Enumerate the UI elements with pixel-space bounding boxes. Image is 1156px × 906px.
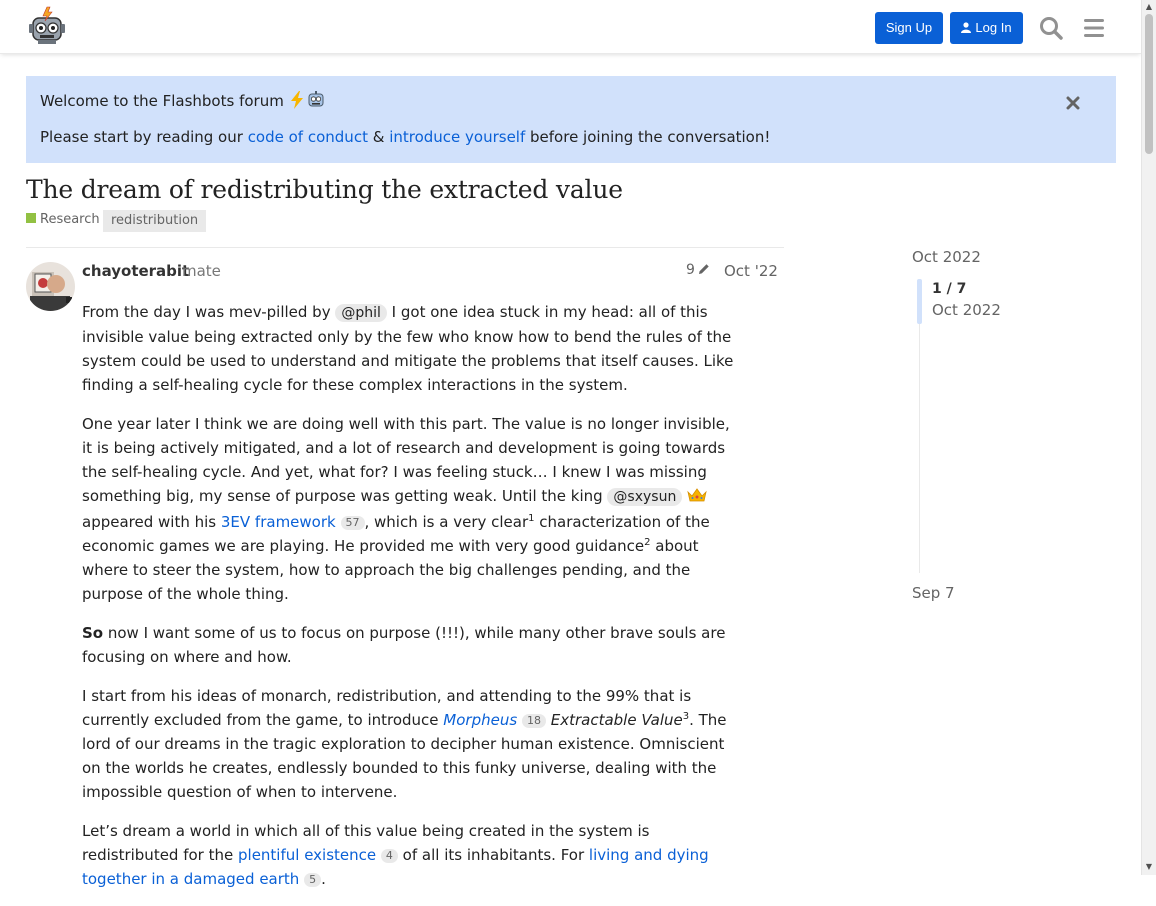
category-badge[interactable]: Research: [26, 212, 100, 227]
link-click-count: 5: [304, 873, 322, 887]
mention-sxysun[interactable]: @sxysun: [607, 488, 683, 506]
topic-divider: [26, 247, 784, 248]
banner-text-before: Please start by reading our: [40, 128, 248, 146]
plentiful-existence-link[interactable]: plentiful existence: [238, 846, 376, 864]
scroll-thumb[interactable]: [1145, 14, 1153, 154]
timeline-position-date: Oct 2022: [932, 301, 1001, 319]
banner-title: Welcome to the Flashbots forum: [40, 91, 326, 113]
post-paragraph: From the day I was mev-pilled by @phil I…: [82, 300, 742, 397]
post-username[interactable]: chayoterabit: [82, 262, 189, 280]
post-paragraph: So now I want some of us to focus on pur…: [82, 621, 742, 669]
robot-logo-icon[interactable]: [28, 6, 66, 46]
log-in-label: Log In: [975, 20, 1012, 35]
introduce-yourself-link[interactable]: introduce yourself: [389, 128, 525, 146]
post-paragraph: Let’s dream a world in which all of this…: [82, 819, 742, 891]
post-date[interactable]: Oct '22: [724, 262, 778, 280]
morpheus-link[interactable]: Morpheus: [443, 711, 517, 729]
mention-phil[interactable]: @phil: [335, 304, 387, 322]
category-color-square: [26, 213, 36, 223]
tag-redistribution[interactable]: redistribution: [103, 210, 207, 232]
text: .: [321, 870, 326, 888]
sign-up-button[interactable]: Sign Up: [875, 12, 943, 44]
text: of all its inhabitants. For: [397, 846, 589, 864]
banner-text: Please start by reading our code of cond…: [40, 128, 770, 146]
edit-history-button[interactable]: 9: [686, 262, 710, 278]
close-icon[interactable]: [1066, 96, 1080, 110]
search-icon[interactable]: [1037, 14, 1065, 42]
timeline-start-date[interactable]: Oct 2022: [912, 248, 981, 266]
link-click-count: 18: [521, 714, 546, 728]
bold-text: So: [82, 624, 104, 642]
code-of-conduct-link[interactable]: code of conduct: [248, 128, 368, 146]
edit-count: 9: [686, 262, 695, 278]
robot-emoji: [306, 91, 326, 113]
post-paragraph: One year later I think we are doing well…: [82, 412, 742, 606]
scroll-down-arrow-icon[interactable]: ▼: [1145, 863, 1153, 871]
timeline-position: 1 / 7: [932, 281, 967, 297]
topic-title[interactable]: The dream of redistributing the extracte…: [26, 175, 623, 204]
banner-text-after: before joining the conversation!: [525, 128, 771, 146]
pencil-icon: [698, 264, 709, 274]
italic-text: Extractable Value: [545, 711, 683, 729]
link-click-count: 57: [340, 516, 365, 530]
category-label: Research: [40, 212, 100, 227]
text: appeared with his: [82, 513, 221, 531]
post-paragraph: I start from his ideas of monarch, redis…: [82, 684, 742, 804]
banner-title-text: Welcome to the Flashbots forum: [40, 92, 284, 110]
lightning-emoji: [288, 91, 306, 113]
3ev-framework-link[interactable]: 3EV framework: [221, 513, 336, 531]
log-in-button[interactable]: Log In: [950, 12, 1023, 44]
text: now I want some of us to focus on purpos…: [82, 624, 726, 666]
timeline-end-date[interactable]: Sep 7: [912, 584, 955, 602]
link-click-count: 4: [380, 849, 398, 863]
hamburger-menu-icon[interactable]: [1080, 14, 1108, 42]
scroll-up-arrow-icon[interactable]: ▲: [1145, 3, 1153, 11]
text: From the day I was mev-pilled by: [82, 303, 336, 321]
crown-emoji: [687, 486, 707, 510]
avatar[interactable]: [26, 262, 75, 311]
text: , which is a very clear: [364, 513, 529, 531]
post-body: From the day I was mev-pilled by @phil I…: [82, 300, 742, 906]
user-title: mate: [182, 262, 221, 280]
site-header: Sign Up Log In: [0, 0, 1141, 54]
welcome-banner: Welcome to the Flashbots forum Please st…: [26, 76, 1116, 163]
banner-amp: &: [367, 128, 390, 146]
page-scrollbar[interactable]: ▲ ▼: [1141, 0, 1156, 875]
timeline-handle[interactable]: [917, 279, 922, 324]
user-icon: [961, 22, 972, 33]
